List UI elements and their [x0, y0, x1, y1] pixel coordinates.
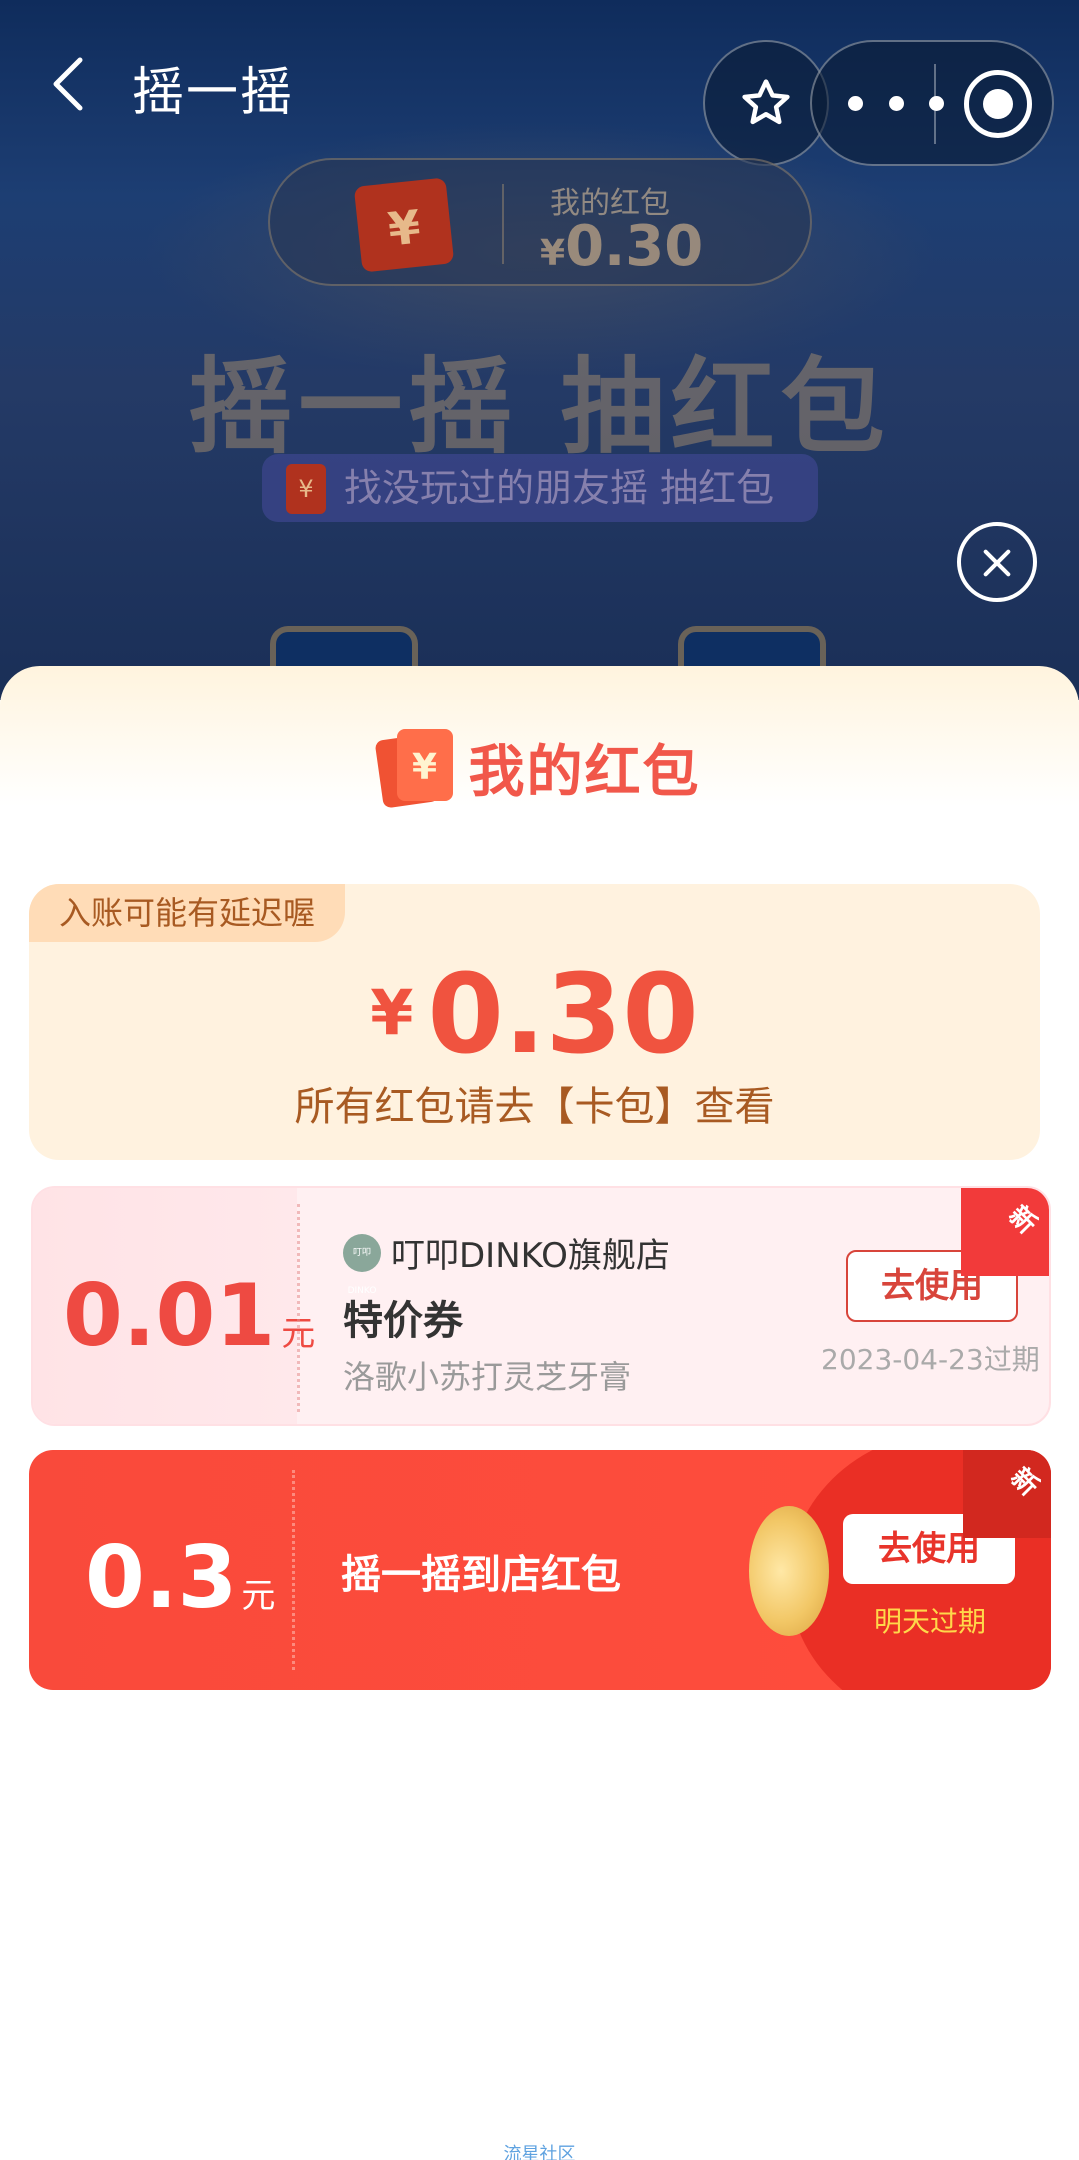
- balance-card: 入账可能有延迟喔 ¥0.30 所有红包请去【卡包】查看: [29, 884, 1040, 1160]
- menu-capsule: [810, 40, 1054, 166]
- store-redpacket-card: 0.3 元 摇一摇到店红包 去使用 明天过期 新: [29, 1450, 1051, 1690]
- coupon-description: 洛歌小苏打灵芝牙膏: [343, 1358, 632, 1396]
- pill-amount-value: 0.30: [565, 214, 704, 279]
- coupon-value-number: 0.01: [63, 1266, 276, 1366]
- coupon-card: 0.01 元 叮叩 DINKO 叮叩DINKO旗舰店 特价券 洛歌小苏打灵芝牙膏 …: [31, 1186, 1051, 1426]
- balance-value: 0.30: [427, 950, 699, 1078]
- star-icon: [742, 79, 790, 125]
- chevron-left-icon[interactable]: [46, 56, 94, 112]
- coupon-expiry: 明天过期: [874, 1605, 987, 1638]
- redpacket-icon-front: ¥: [396, 729, 453, 801]
- sheet-title: 我的红包: [468, 739, 701, 805]
- close-icon[interactable]: [957, 522, 1037, 602]
- target-circle-icon[interactable]: [964, 70, 1032, 138]
- pill-amount: ¥0.30: [540, 214, 703, 279]
- mini-envelope-icon: ¥: [286, 464, 326, 514]
- balance-amount: ¥0.30: [29, 950, 1040, 1078]
- coupon-value-unit: 元: [241, 1576, 276, 1616]
- more-dots-icon[interactable]: [848, 88, 944, 118]
- invite-pill: ¥ 找没玩过的朋友摇 抽红包: [262, 454, 818, 522]
- shake-title: 摇一摇 抽红包: [188, 346, 891, 468]
- new-badge-text: 新: [1004, 1462, 1045, 1503]
- new-badge: 新: [963, 1450, 1051, 1538]
- coupon-shop: 叮叩 DINKO 叮叩DINKO旗舰店: [343, 1228, 670, 1296]
- pill-currency: ¥: [540, 233, 566, 274]
- watermark-text: 流星社区: [503, 2144, 576, 2160]
- new-badge: 新: [961, 1188, 1049, 1276]
- page-title: 摇一摇: [132, 63, 295, 123]
- pill-divider: [502, 184, 504, 264]
- shop-name: 叮叩DINKO旗舰店: [391, 1236, 670, 1276]
- coupon-value-number: 0.3: [85, 1528, 238, 1628]
- card-wallet-hint: 所有红包请去【卡包】查看: [294, 1084, 775, 1130]
- coupon-value: 0.01 元: [63, 1266, 315, 1366]
- redpacket-icon: ¥: [374, 727, 455, 809]
- sheet-header: ¥ 我的红包: [0, 722, 1079, 812]
- background-page: 摇一摇 ¥ 我的红包 ¥0.30 摇一摇 抽红包 ¥ 找没玩过的朋友摇 抽红包: [0, 0, 1079, 700]
- envelope-icon: ¥: [353, 177, 455, 273]
- coupon-perforation: [292, 1470, 295, 1670]
- capsule-divider: [934, 64, 936, 144]
- my-redpacket-pill: ¥ 我的红包 ¥0.30: [268, 158, 812, 286]
- coupon-perforation: [297, 1204, 300, 1412]
- delay-notice-tag: 入账可能有延迟喔: [29, 884, 346, 942]
- shop-logo: 叮叩 DINKO: [343, 1233, 381, 1296]
- coupon-title: 摇一摇到店红包: [341, 1552, 621, 1598]
- coupon-title: 特价券: [343, 1298, 463, 1344]
- new-badge-text: 新: [1002, 1200, 1043, 1241]
- gold-coin-icon: [749, 1506, 829, 1636]
- coupon-value: 0.3 元: [85, 1528, 275, 1628]
- balance-currency: ¥: [370, 976, 414, 1049]
- coupon-expiry: 2023-04-23过期: [821, 1343, 1040, 1376]
- invite-text: 找没玩过的朋友摇 抽红包: [344, 466, 775, 510]
- redpacket-sheet: ¥ 我的红包 入账可能有延迟喔 ¥0.30 所有红包请去【卡包】查看 0.01 元…: [0, 666, 1079, 2160]
- nav-bar: 摇一摇: [0, 0, 1079, 170]
